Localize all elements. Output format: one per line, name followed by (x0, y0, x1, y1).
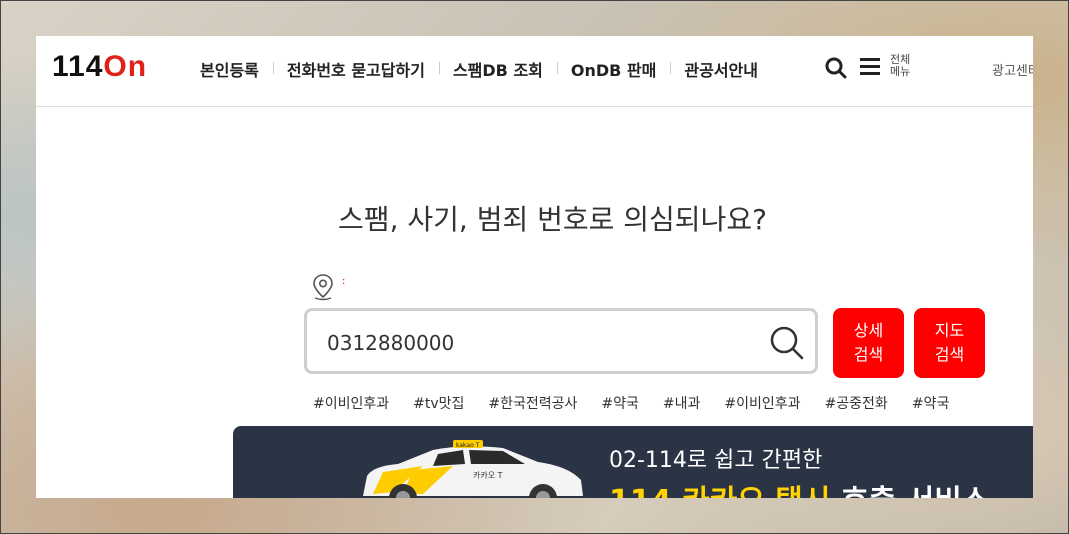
location-pin-icon[interactable] (311, 273, 335, 301)
tag-link[interactable]: #공중전화 (825, 393, 888, 413)
tag-link[interactable]: #약국 (912, 393, 950, 413)
ad-center-link[interactable]: 광고센터 (992, 60, 1033, 79)
page-headline: 스팸, 사기, 범죄 번호로 의심되나요? (338, 203, 767, 236)
search-input-value: 0312880000 (327, 331, 455, 355)
popular-tags: #이비인후과 #tv맛집 #한국전력공사 #약국 #내과 #이비인후과 #공중전… (313, 393, 949, 413)
all-menu-label: 전체메뉴 (890, 53, 911, 78)
tag-link[interactable]: #내과 (663, 393, 701, 413)
site-header: 114On 본인등록 전화번호 묻고답하기 스팸DB 조회 OnDB 판매 관공… (36, 36, 1033, 107)
tag-link[interactable]: #한국전력공사 (488, 393, 577, 413)
tag-link[interactable]: #이비인후과 (724, 393, 800, 413)
taxi-car-illustration: kakao T 카카오 T (353, 436, 593, 498)
nav-item-spam-db[interactable]: 스팸DB 조회 (438, 57, 557, 81)
location-text: : (342, 276, 346, 287)
nav-item-phone-qna[interactable]: 전화번호 묻고답하기 (272, 57, 439, 81)
nav-item-ondb-sale[interactable]: OnDB 판매 (556, 57, 670, 81)
logo-number: 114 (52, 50, 104, 83)
detail-search-button[interactable]: 상세 검색 (833, 308, 904, 378)
taxi-sign-text: kakao T (456, 442, 480, 449)
kakao-taxi-banner[interactable]: kakao T 카카오 T 02-114로 쉽고 간편한 114 카카오 택시 … (233, 426, 1033, 498)
nav-item-public-office[interactable]: 관공서안내 (670, 57, 772, 81)
tag-link[interactable]: #이비인후과 (313, 393, 389, 413)
phone-search-input[interactable]: 0312880000 (304, 308, 818, 374)
all-menu-button[interactable]: 전체메뉴 (860, 53, 920, 83)
banner-title-rest: 호출 서비스 (831, 484, 989, 498)
tag-link[interactable]: #tv맛집 (413, 393, 464, 413)
hamburger-icon (860, 58, 882, 76)
tag-link[interactable]: #약국 (601, 393, 639, 413)
nav-item-register[interactable]: 본인등록 (186, 57, 273, 81)
banner-title-highlight: 114 카카오 택시 (609, 484, 831, 498)
main-nav: 본인등록 전화번호 묻고답하기 스팸DB 조회 OnDB 판매 관공서안내 (186, 56, 772, 82)
search-icon[interactable] (769, 325, 805, 361)
taxi-door-label: 카카오 T (473, 471, 503, 480)
banner-subtitle: 02-114로 쉽고 간편한 (609, 448, 823, 473)
header-search-icon[interactable] (824, 56, 848, 80)
banner-title: 114 카카오 택시 호출 서비스 (609, 476, 989, 498)
site-logo[interactable]: 114On (52, 50, 147, 84)
map-search-button[interactable]: 지도 검색 (914, 308, 985, 378)
logo-on: On (103, 50, 148, 83)
page-card: 114On 본인등록 전화번호 묻고답하기 스팸DB 조회 OnDB 판매 관공… (36, 36, 1033, 498)
